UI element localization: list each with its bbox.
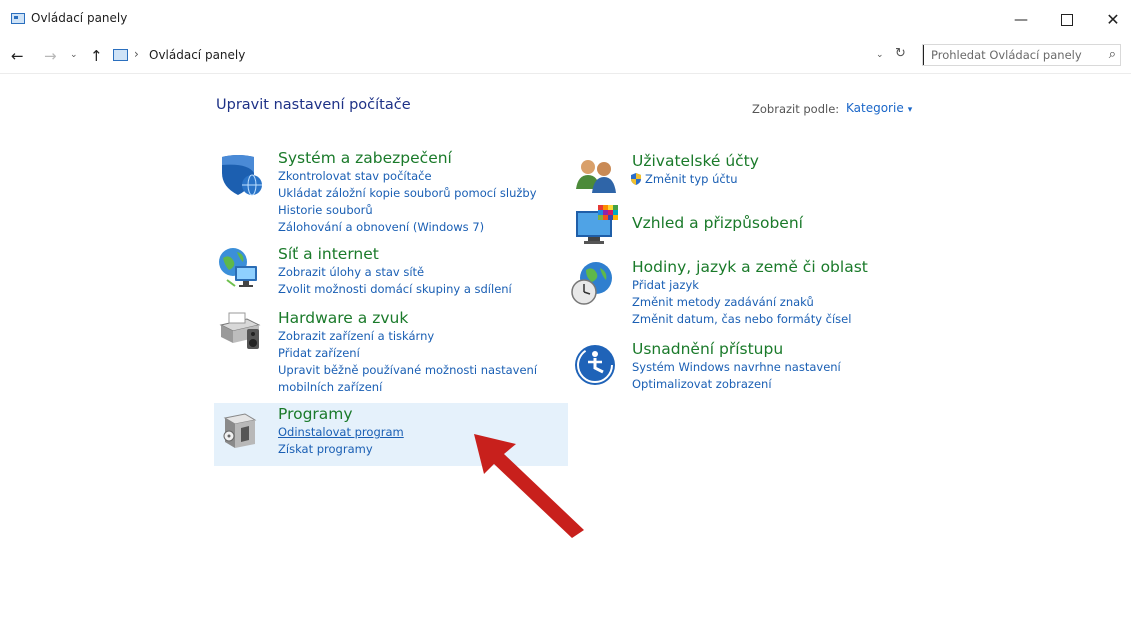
control-panel-crumb-icon bbox=[113, 49, 128, 61]
arrow-up-icon: ↑ bbox=[90, 47, 103, 65]
red-arrow-annotation bbox=[474, 434, 584, 538]
link-add-language[interactable]: Přidat jazyk bbox=[632, 277, 868, 294]
view-by-value: Kategorie bbox=[846, 101, 904, 115]
up-button[interactable]: ↑ bbox=[90, 47, 103, 65]
category-title[interactable]: Programy bbox=[278, 405, 404, 424]
link-backup-restore[interactable]: Zálohování a obnovení (Windows 7) bbox=[278, 219, 537, 236]
address-bar: ← → ⌄ ↑ › Ovládací panely ⌄ ↻ ⌕ bbox=[0, 40, 1131, 72]
link-mobility-settings-cont[interactable]: mobilních zařízení bbox=[278, 379, 537, 396]
link-change-account-type[interactable]: Změnit typ účtu bbox=[630, 171, 759, 188]
page-title: Upravit nastavení počítače bbox=[216, 97, 411, 113]
programs-box-icon[interactable] bbox=[219, 408, 265, 454]
recent-locations-button[interactable]: ⌄ bbox=[70, 50, 78, 60]
view-by-label: Zobrazit podle: bbox=[752, 102, 840, 116]
link-file-history[interactable]: Historie souborů bbox=[278, 202, 537, 219]
link-network-status[interactable]: Zobrazit úlohy a stav sítě bbox=[278, 264, 512, 281]
chevron-down-icon: ⌄ bbox=[876, 50, 884, 60]
clock-globe-icon[interactable] bbox=[570, 260, 616, 306]
category-ease-of-access: Usnadnění přístupu Systém Windows navrhn… bbox=[632, 340, 841, 393]
network-globe-icon[interactable] bbox=[217, 246, 263, 292]
link-optimize-display[interactable]: Optimalizovat zobrazení bbox=[632, 376, 841, 393]
back-button[interactable]: ← bbox=[11, 47, 24, 65]
category-appearance: Vzhled a přizpůsobení bbox=[632, 214, 803, 233]
category-title[interactable]: Usnadnění přístupu bbox=[632, 340, 841, 359]
minimize-button[interactable]: — bbox=[998, 6, 1044, 34]
category-system-security: Systém a zabezpečení Zkontrolovat stav p… bbox=[278, 149, 537, 236]
category-hardware-sound: Hardware a zvuk Zobrazit zařízení a tisk… bbox=[278, 309, 537, 396]
link-check-status[interactable]: Zkontrolovat stav počítače bbox=[278, 168, 537, 185]
search-icon[interactable]: ⌕ bbox=[1109, 47, 1116, 62]
printer-speaker-icon[interactable] bbox=[217, 307, 263, 353]
chevron-down-icon: ⌄ bbox=[70, 50, 78, 60]
arrow-left-icon: ← bbox=[11, 47, 24, 65]
refresh-button[interactable]: ↻ bbox=[895, 46, 906, 61]
minimize-icon: — bbox=[1014, 12, 1028, 28]
link-uninstall-program[interactable]: Odinstalovat program bbox=[278, 424, 404, 441]
view-by-dropdown[interactable]: Kategorie ▾ bbox=[846, 101, 912, 115]
control-panel-icon bbox=[11, 13, 25, 24]
breadcrumb-control-panel[interactable]: Ovládací panely bbox=[149, 48, 245, 62]
category-title[interactable]: Vzhled a přizpůsobení bbox=[632, 214, 803, 233]
refresh-icon: ↻ bbox=[895, 46, 906, 61]
link-text: Změnit typ účtu bbox=[645, 172, 738, 186]
maximize-icon bbox=[1061, 14, 1073, 26]
monitor-palette-icon[interactable] bbox=[574, 203, 620, 249]
breadcrumb-separator-icon[interactable]: › bbox=[134, 47, 139, 61]
users-icon[interactable] bbox=[574, 155, 620, 201]
search-box[interactable]: ⌕ bbox=[922, 44, 1121, 66]
link-devices-printers[interactable]: Zobrazit zařízení a tiskárny bbox=[278, 328, 537, 345]
accessibility-icon[interactable] bbox=[572, 342, 618, 388]
maximize-button[interactable] bbox=[1044, 6, 1090, 34]
link-windows-suggest-settings[interactable]: Systém Windows navrhne nastavení bbox=[632, 359, 841, 376]
caret-down-icon: ▾ bbox=[907, 105, 913, 115]
category-user-accounts: Uživatelské účty Změnit typ účtu bbox=[630, 152, 759, 188]
window-title: Ovládací panely bbox=[31, 11, 128, 25]
close-icon: ✕ bbox=[1106, 10, 1120, 29]
link-change-input-methods[interactable]: Změnit metody zadávání znaků bbox=[632, 294, 868, 311]
close-button[interactable]: ✕ bbox=[1090, 6, 1131, 34]
category-programs: Programy Odinstalovat program Získat pro… bbox=[278, 405, 404, 458]
link-add-device[interactable]: Přidat zařízení bbox=[278, 345, 537, 362]
category-clock-language-region: Hodiny, jazyk a země či oblast Přidat ja… bbox=[632, 258, 868, 328]
link-backup-copies[interactable]: Ukládat záložní kopie souborů pomocí slu… bbox=[278, 185, 537, 202]
category-title[interactable]: Síť a internet bbox=[278, 245, 512, 264]
search-input[interactable] bbox=[923, 45, 1101, 65]
link-change-date-formats[interactable]: Změnit datum, čas nebo formáty čísel bbox=[632, 311, 868, 328]
uac-shield-icon bbox=[631, 173, 641, 185]
link-homegroup-sharing[interactable]: Zvolit možnosti domácí skupiny a sdílení bbox=[278, 281, 512, 298]
category-title[interactable]: Hodiny, jazyk a země či oblast bbox=[632, 258, 868, 277]
address-dropdown-button[interactable]: ⌄ bbox=[876, 50, 884, 60]
link-get-programs[interactable]: Získat programy bbox=[278, 441, 404, 458]
title-bar: Ovládací panely — ✕ bbox=[0, 0, 1131, 40]
shield-icon[interactable] bbox=[218, 151, 264, 197]
category-network-internet: Síť a internet Zobrazit úlohy a stav sít… bbox=[278, 245, 512, 298]
category-title[interactable]: Systém a zabezpečení bbox=[278, 149, 537, 168]
link-mobility-settings[interactable]: Upravit běžně používané možnosti nastave… bbox=[278, 362, 537, 379]
arrow-right-icon: → bbox=[44, 47, 57, 65]
category-title[interactable]: Uživatelské účty bbox=[632, 152, 759, 171]
category-title[interactable]: Hardware a zvuk bbox=[278, 309, 537, 328]
forward-button[interactable]: → bbox=[44, 47, 57, 65]
divider bbox=[0, 73, 1131, 74]
